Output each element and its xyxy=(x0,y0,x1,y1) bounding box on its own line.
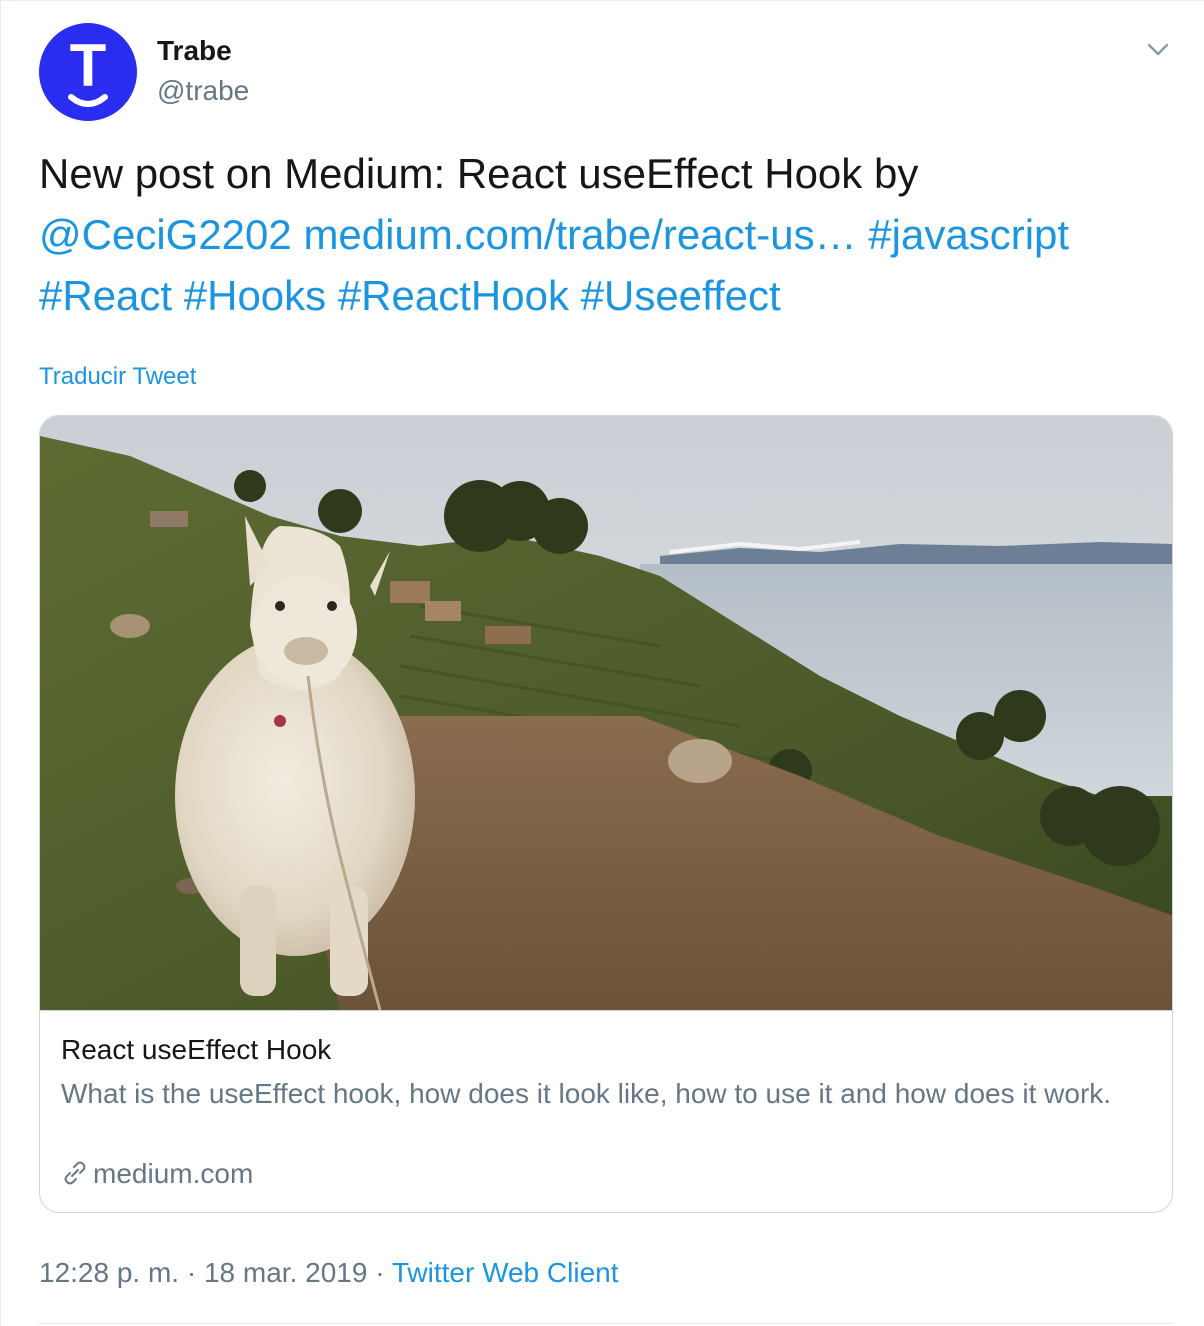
card-domain-text: medium.com xyxy=(93,1158,254,1189)
card-domain: medium.com xyxy=(61,1158,253,1194)
tweet-date[interactable]: 18 mar. 2019 xyxy=(204,1257,367,1288)
trabe-logo-icon: T xyxy=(68,32,108,107)
hashtag-link[interactable]: #javascript xyxy=(868,211,1069,258)
tweet-time[interactable]: 12:28 p. m. xyxy=(39,1257,179,1288)
card-description: What is the useEffect hook, how does it … xyxy=(61,1078,1112,1109)
hashtag-link[interactable]: #ReactHook xyxy=(338,272,569,319)
link-icon xyxy=(61,1159,89,1194)
avatar[interactable]: T xyxy=(39,23,137,121)
chevron-down-icon[interactable] xyxy=(1143,35,1173,65)
translate-tweet-link[interactable]: Traducir Tweet xyxy=(39,363,196,391)
card-title: React useEffect Hook xyxy=(61,1034,332,1065)
user-name[interactable]: Trabe xyxy=(157,35,232,67)
tweet-meta: 12:28 p. m. · 18 mar. 2019 · Twitter Web… xyxy=(39,1257,619,1289)
svg-text:T: T xyxy=(70,32,107,99)
tweet: T Trabe @trabe New post on Medium: React… xyxy=(0,0,1204,1326)
tweet-text: New post on Medium: React useEffect Hook… xyxy=(39,143,1169,326)
link-card[interactable]: React useEffect Hook What is the useEffe… xyxy=(39,415,1173,1213)
divider xyxy=(39,1323,1173,1324)
mention-link[interactable]: @CeciG2202 xyxy=(39,211,292,258)
meta-separator: · xyxy=(186,1257,197,1288)
tweet-source-link[interactable]: Twitter Web Client xyxy=(392,1257,619,1288)
hashtag-link[interactable]: #Useeffect xyxy=(581,272,781,319)
card-image xyxy=(40,416,1172,1011)
tweet-text-plain: New post on Medium: React useEffect Hook… xyxy=(39,150,919,197)
hashtag-link[interactable]: #React xyxy=(39,272,172,319)
user-handle[interactable]: @trabe xyxy=(157,75,249,107)
hashtag-link[interactable]: #Hooks xyxy=(184,272,326,319)
meta-separator: · xyxy=(375,1257,385,1288)
url-link[interactable]: medium.com/trabe/react-us… xyxy=(303,211,856,258)
